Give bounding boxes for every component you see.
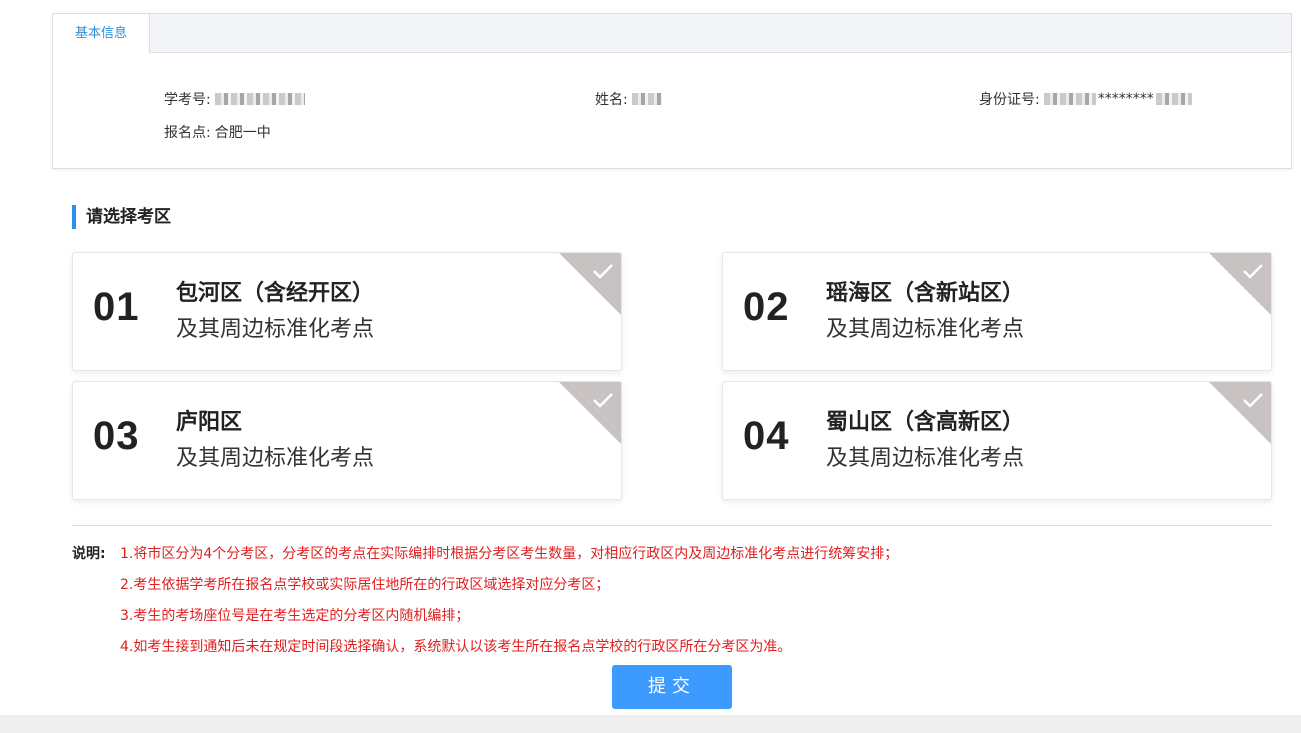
district-subtitle: 及其周边标准化考点 [826,317,1025,342]
footer-bar [0,715,1301,733]
district-number: 02 [743,285,790,329]
check-icon [593,264,613,279]
name-field: 姓名: [595,89,662,109]
section-title: 请选择考区 [72,205,171,229]
registration-label: 报名点: [164,125,211,141]
district-number: 04 [743,414,790,458]
district-card-01[interactable]: 01 包河区（含经开区） 及其周边标准化考点 [72,252,622,371]
district-card-02[interactable]: 02 瑶海区（含新站区） 及其周边标准化考点 [722,252,1272,371]
district-subtitle: 及其周边标准化考点 [826,446,1025,471]
page: 基本信息 学考号: 姓名: 身份证号: ******** 报名点: 合肥一中 请… [0,0,1301,733]
note-item-2: 2.考生依据学考所在报名点学校或实际居住地所在的行政区域选择对应分考区； [120,577,610,593]
id-card-suffix-redacted [1155,93,1192,105]
district-card-04[interactable]: 04 蜀山区（含高新区） 及其周边标准化考点 [722,381,1272,500]
district-number: 01 [93,285,140,329]
basic-info-card: 基本信息 学考号: 姓名: 身份证号: ******** 报名点: 合肥一中 [52,13,1292,169]
registration-value: 合肥一中 [214,125,271,141]
tab-bar: 基本信息 [53,14,1291,54]
district-name: 蜀山区（含高新区） [826,410,1025,435]
id-card-stars: ******** [1097,91,1154,107]
submit-button[interactable]: 提交 [612,665,732,709]
name-label: 姓名: [595,92,628,108]
district-name: 庐阳区 [176,410,243,435]
district-number: 03 [93,414,140,458]
name-value-redacted [631,93,662,105]
check-icon [1243,393,1263,408]
note-item-3: 3.考生的考场座位号是在考生选定的分考区内随机编排； [120,608,470,624]
notes-label: 说明: [72,546,106,562]
registration-field: 报名点: 合肥一中 [164,122,271,142]
check-icon [593,393,613,408]
id-card-label: 身份证号: [979,92,1040,108]
student-id-value-redacted [214,93,305,105]
check-icon [1243,264,1263,279]
note-item-4: 4.如考生接到通知后未在规定时间段选择确认，系统默认以该考生所在报名点学校的行政… [120,639,792,655]
district-subtitle: 及其周边标准化考点 [176,446,375,471]
student-id-label: 学考号: [164,92,211,108]
district-name: 包河区（含经开区） [176,281,375,306]
district-name: 瑶海区（含新站区） [826,281,1025,306]
student-id-field: 学考号: [164,89,305,109]
id-card-prefix-redacted [1043,93,1096,105]
divider [72,525,1272,526]
district-subtitle: 及其周边标准化考点 [176,317,375,342]
tab-basic-info[interactable]: 基本信息 [53,14,150,54]
id-card-field: 身份证号: ******** [979,89,1192,109]
district-card-03[interactable]: 03 庐阳区 及其周边标准化考点 [72,381,622,500]
note-item-1: 1.将市区分为4个分考区，分考区的考点在实际编排时根据分考区考生数量，对相应行政… [120,546,899,562]
